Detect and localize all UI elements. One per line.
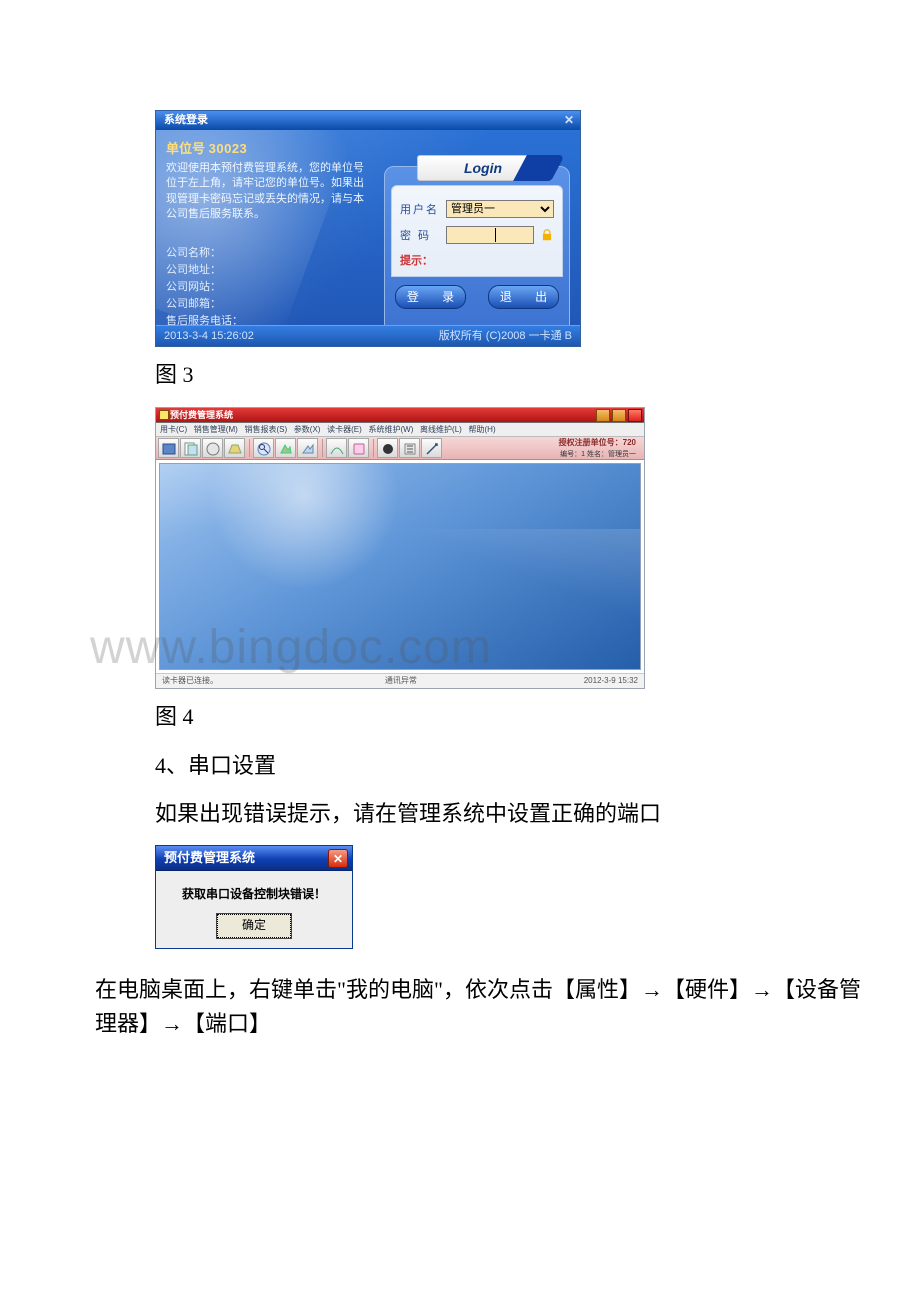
- login-dialog-title: 系统登录: [164, 114, 208, 126]
- decorative-sweep: [159, 529, 641, 670]
- close-button[interactable]: [628, 409, 642, 422]
- section4-line1: 如果出现错误提示，请在管理系统中设置正确的端口: [155, 797, 825, 831]
- login-tab-label: Login: [417, 155, 549, 181]
- section4-line2: 在电脑桌面上，右键单击"我的电脑"，依次点击【属性】→【硬件】→【设备管理器】→…: [95, 973, 865, 1041]
- menu-item[interactable]: 系统维护(W): [368, 425, 413, 434]
- menubar: 用卡(C) 销售管理(M) 销售报表(S) 参数(X) 读卡器(E) 系统维护(…: [156, 423, 644, 437]
- menu-item[interactable]: 销售报表(S): [244, 425, 287, 434]
- lock-icon: [540, 228, 554, 242]
- status-left: 读卡器已连接。: [162, 674, 218, 688]
- login-dialog-footer: 2013-3-4 15:26:02 版权所有 (C)2008 一卡通 B: [156, 325, 580, 346]
- footer-copyright: 版权所有 (C)2008 一卡通 B: [439, 326, 572, 346]
- app-title: 预付费管理系统: [170, 410, 233, 420]
- menu-item[interactable]: 离线维护(L): [420, 425, 462, 434]
- exit-button[interactable]: 退 出: [488, 285, 559, 309]
- toolbar-button[interactable]: [399, 438, 420, 458]
- login-button[interactable]: 登 录: [395, 285, 466, 309]
- text-caret: [495, 228, 496, 242]
- toolbar-button[interactable]: [275, 438, 296, 458]
- toolbar-button[interactable]: [348, 438, 369, 458]
- maximize-button[interactable]: [612, 409, 626, 422]
- ok-button[interactable]: 确定: [217, 914, 291, 938]
- login-dialog-titlebar: 系统登录 ✕: [156, 111, 580, 130]
- login-buttons-row: 登 录 退 出: [395, 285, 559, 309]
- welcome-text: 欢迎使用本预付费管理系统，您的单位号位于左上角，请牢记您的单位号。如果出现管理卡…: [166, 161, 366, 223]
- unit-label: 单位号: [166, 141, 205, 156]
- error-dialog-title: 预付费管理系统: [164, 850, 255, 865]
- menu-item[interactable]: 用卡(C): [160, 425, 187, 434]
- unit-number: 30023: [209, 141, 248, 156]
- toolbar-button[interactable]: [421, 438, 442, 458]
- close-icon[interactable]: ✕: [564, 111, 574, 130]
- error-dialog-body: 获取串口设备控制块错误！ 确定: [156, 871, 352, 948]
- status-mid: 通讯异常: [385, 674, 417, 688]
- status-right: 2012-3-9 15:32: [584, 674, 638, 688]
- toolbar-button[interactable]: [224, 438, 245, 458]
- username-select[interactable]: 管理员一: [446, 200, 554, 218]
- footer-datetime: 2013-3-4 15:26:02: [164, 326, 254, 346]
- toolbar-button[interactable]: [180, 438, 201, 458]
- close-button[interactable]: ✕: [328, 849, 348, 868]
- figure4-caption: 图 4: [155, 699, 825, 731]
- app-content-area: [159, 463, 641, 670]
- menu-item[interactable]: 销售管理(M): [194, 425, 238, 434]
- username-label: 用户名: [400, 201, 440, 217]
- error-dialog-titlebar: 预付费管理系统 ✕: [156, 846, 352, 871]
- toolbar: [156, 437, 644, 460]
- toolbar-button[interactable]: [253, 438, 274, 458]
- error-message: 获取串口设备控制块错误！: [166, 885, 342, 902]
- minimize-button[interactable]: [596, 409, 610, 422]
- statusbar: 读卡器已连接。 通讯异常 2012-3-9 15:32: [156, 673, 644, 688]
- password-label: 密 码: [400, 227, 440, 243]
- close-icon: ✕: [333, 847, 343, 871]
- login-dialog-body: 单位号 30023 欢迎使用本预付费管理系统，您的单位号位于左上角，请牢记您的单…: [156, 130, 580, 325]
- menu-item[interactable]: 读卡器(E): [327, 425, 362, 434]
- password-input[interactable]: [446, 226, 534, 244]
- toolbar-button[interactable]: [377, 438, 398, 458]
- password-row: 密 码: [400, 226, 554, 244]
- login-panel: Login 用户名 管理员一 密 码: [384, 166, 570, 325]
- toolbar-button[interactable]: [202, 438, 223, 458]
- window-buttons: [596, 409, 642, 422]
- figure3-caption: 图 3: [155, 357, 825, 389]
- menu-item[interactable]: 参数(X): [294, 425, 321, 434]
- login-form: 用户名 管理员一 密 码 提示：: [391, 185, 563, 277]
- login-dialog: 系统登录 ✕ 单位号 30023 欢迎使用本预付费管理系统，您的单位号位于左上角…: [155, 110, 581, 347]
- toolbar-separator: [322, 439, 323, 457]
- toolbar-separator: [373, 439, 374, 457]
- hint-label: 提示：: [400, 252, 554, 268]
- toolbar-separator: [249, 439, 250, 457]
- section4-title: 4、串口设置: [155, 749, 825, 783]
- toolbar-button[interactable]: [297, 438, 318, 458]
- toolbar-button[interactable]: [158, 438, 179, 458]
- username-row: 用户名 管理员一: [400, 200, 554, 218]
- error-dialog: 预付费管理系统 ✕ 获取串口设备控制块错误！ 确定: [155, 845, 353, 949]
- app-titlebar: 预付费管理系统: [156, 408, 644, 423]
- menu-item[interactable]: 帮助(H): [469, 425, 496, 434]
- toolbar-button[interactable]: [326, 438, 347, 458]
- app-window: 预付费管理系统 用卡(C) 销售管理(M) 销售报表(S) 参数(X) 读卡器(…: [155, 407, 645, 689]
